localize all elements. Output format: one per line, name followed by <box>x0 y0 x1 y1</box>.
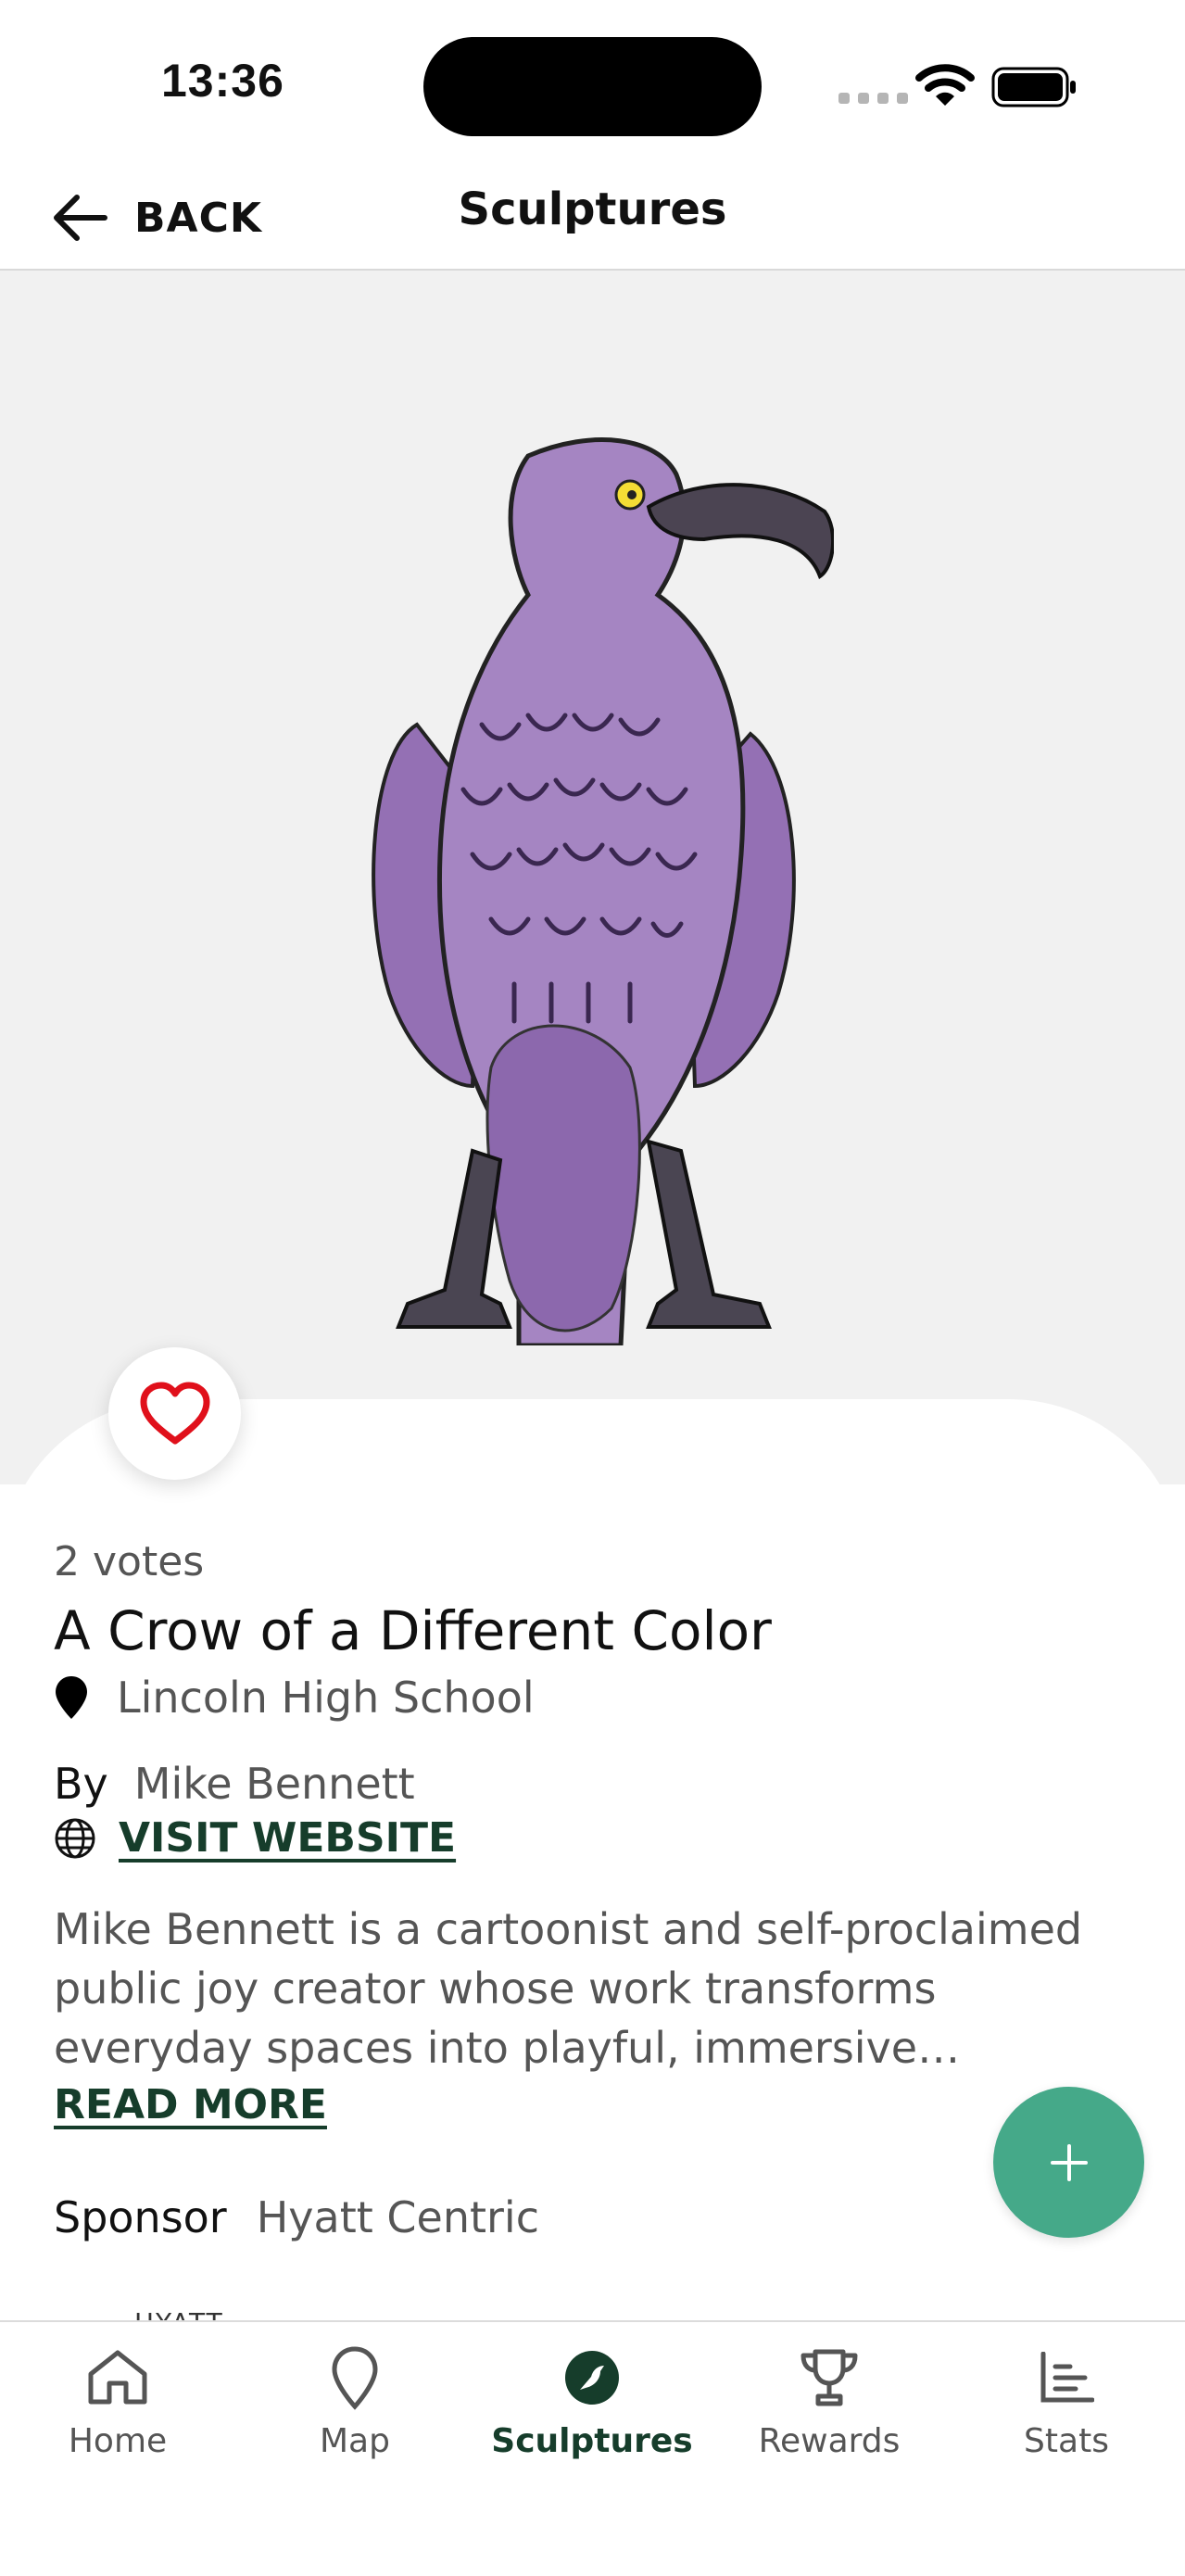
tab-sculptures-label: Sculptures <box>491 2422 693 2460</box>
map-pin-icon <box>318 2341 392 2415</box>
artist-bio: Mike Bennett is a cartoonist and self-pr… <box>54 1900 1138 2077</box>
cellular-signal-icon <box>838 93 908 104</box>
page-title: Sculptures <box>458 183 727 235</box>
read-more-link[interactable]: READ MORE <box>54 2081 327 2128</box>
purple-bird-sculpture-illustration <box>372 437 834 1345</box>
location-pin-icon <box>56 1676 87 1719</box>
tab-map-label: Map <box>320 2422 390 2460</box>
nav-bar: BACK Sculptures <box>0 167 1185 271</box>
sponsor-label: Sponsor <box>54 2192 227 2242</box>
add-button[interactable] <box>993 2087 1144 2238</box>
vote-heart-button[interactable] <box>108 1347 241 1480</box>
artist-name: Mike Bennett <box>133 1759 415 1809</box>
tab-sculptures[interactable]: Sculptures <box>491 2341 693 2460</box>
by-label: By <box>54 1759 108 1809</box>
plus-icon <box>1050 2143 1088 2181</box>
tab-map[interactable]: Map <box>262 2341 448 2460</box>
location-row: Lincoln High School <box>54 1673 535 1723</box>
artist-bio-text: Mike Bennett is a cartoonist and self-pr… <box>54 1904 1083 2073</box>
sculpture-image <box>0 271 1185 1484</box>
tab-stats-label: Stats <box>1024 2422 1109 2460</box>
sponsor-name: Hyatt Centric <box>256 2192 540 2242</box>
status-bar: 13:36 <box>0 0 1185 167</box>
visit-website-link[interactable]: VISIT WEBSITE <box>119 1814 456 1862</box>
battery-icon <box>991 67 1076 107</box>
tab-rewards[interactable]: Rewards <box>737 2341 922 2460</box>
website-row: VISIT WEBSITE <box>54 1814 456 1862</box>
trophy-icon <box>792 2341 866 2415</box>
sculpture-title: A Crow of a Different Color <box>54 1599 772 1662</box>
sculptures-bird-icon <box>555 2341 629 2415</box>
heart-icon <box>140 1382 209 1444</box>
tab-home[interactable]: Home <box>25 2341 210 2460</box>
wifi-icon <box>915 64 975 106</box>
tab-stats[interactable]: Stats <box>974 2341 1159 2460</box>
location-name: Lincoln High School <box>117 1673 535 1723</box>
globe-icon <box>55 1818 95 1858</box>
tab-home-label: Home <box>68 2422 168 2460</box>
vote-count: 2 votes <box>54 1538 205 1585</box>
dynamic-island <box>423 37 762 136</box>
artist-row: By Mike Bennett <box>54 1759 415 1809</box>
tab-rewards-label: Rewards <box>758 2422 901 2460</box>
sponsor-row: Sponsor Hyatt Centric <box>54 2192 539 2242</box>
home-icon <box>81 2341 155 2415</box>
tab-bar: Home Map Sculptures Rewards Stats <box>0 2320 1185 2576</box>
chart-icon <box>1029 2341 1103 2415</box>
status-time: 13:36 <box>161 55 284 107</box>
